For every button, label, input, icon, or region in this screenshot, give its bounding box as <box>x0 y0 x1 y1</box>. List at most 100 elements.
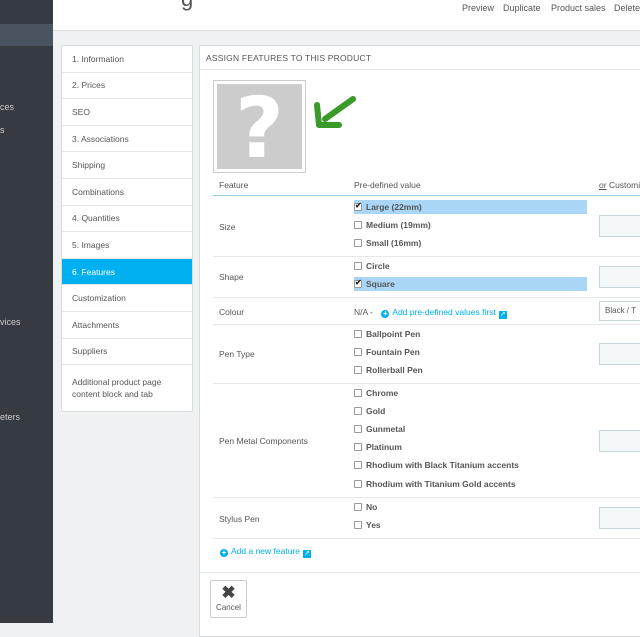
sidebar-item-label[interactable]: eters <box>0 412 20 422</box>
tab-additional-content[interactable]: Additional product page content block an… <box>62 365 192 411</box>
header-divider <box>213 195 640 196</box>
delete-link[interactable]: Delete <box>614 3 640 13</box>
custom-value-input-pen-metal[interactable] <box>599 430 640 452</box>
green-arrow-icon <box>314 96 356 128</box>
page-title: g <box>181 0 193 12</box>
cancel-button[interactable]: ✖ Cancel <box>210 580 247 618</box>
tab-features[interactable]: 6. Features <box>62 258 192 286</box>
row-divider <box>213 297 640 298</box>
tab-shipping[interactable]: Shipping <box>62 152 192 179</box>
checkbox[interactable] <box>354 262 362 270</box>
question-mark-icon: ? <box>235 79 284 177</box>
preview-link[interactable]: Preview <box>462 3 494 13</box>
panel-heading: ASSIGN FEATURES TO THIS PRODUCT <box>206 53 372 63</box>
option-label: Fountain Pen <box>366 347 420 357</box>
divider <box>200 69 640 70</box>
custom-value-input-stylus[interactable] <box>599 507 640 529</box>
option-no[interactable]: No <box>354 500 377 514</box>
add-new-feature-link[interactable]: + Add a new feature ↗ <box>220 546 311 558</box>
feature-name-pen-metal: Pen Metal Components <box>219 436 308 446</box>
option-rhodium-titanium-gold[interactable]: Rhodium with Titanium Gold accents <box>354 477 516 491</box>
checkbox[interactable] <box>354 389 362 397</box>
sidebar-item-label[interactable]: s <box>0 125 5 135</box>
column-header-custom-label: Customi <box>608 180 640 190</box>
sidebar-active-item[interactable] <box>0 24 53 46</box>
tab-customization[interactable]: Customization <box>62 285 192 312</box>
option-gunmetal[interactable]: Gunmetal <box>354 422 405 436</box>
product-sales-link[interactable]: Product sales <box>551 3 606 13</box>
colour-na-text: N/A - + Add pre-defined values first ↗ <box>354 307 507 319</box>
checkbox[interactable] <box>354 239 362 247</box>
option-label: Small (16mm) <box>366 238 422 248</box>
column-header-custom-or: or <box>599 180 607 190</box>
checkbox[interactable] <box>354 221 362 229</box>
option-large[interactable]: Large (22mm) <box>354 200 587 214</box>
row-divider <box>213 383 640 384</box>
checkbox-checked[interactable] <box>354 201 362 211</box>
checkbox-checked[interactable] <box>354 278 362 288</box>
option-label: Platinum <box>366 442 402 452</box>
option-rhodium-black-titanium[interactable]: Rhodium with Black Titanium accents <box>354 458 519 472</box>
duplicate-link[interactable]: Duplicate <box>503 3 541 13</box>
option-square[interactable]: Square <box>354 277 587 291</box>
feature-name-pen-type: Pen Type <box>219 349 255 359</box>
checkbox[interactable] <box>354 348 362 356</box>
custom-value-input-pen-type[interactable] <box>599 343 640 365</box>
tab-seo[interactable]: SEO <box>62 99 192 126</box>
sidebar-item-label[interactable]: vices <box>0 317 21 327</box>
checkbox[interactable] <box>354 480 362 488</box>
add-predefined-values-link[interactable]: + Add pre-defined values first ↗ <box>381 307 507 319</box>
option-label: Square <box>366 279 395 289</box>
option-label: Medium (19mm) <box>366 220 431 230</box>
row-divider <box>213 256 640 257</box>
option-gold[interactable]: Gold <box>354 404 385 418</box>
option-rollerball[interactable]: Rollerball Pen <box>354 363 423 377</box>
custom-value-select-colour[interactable]: Black / T <box>599 301 640 321</box>
checkbox[interactable] <box>354 461 362 469</box>
tab-prices[interactable]: 2. Prices <box>62 73 192 100</box>
tab-information[interactable]: 1. Information <box>62 46 192 73</box>
option-label: Rhodium with Black Titanium accents <box>366 460 519 470</box>
option-label: Ballpoint Pen <box>366 329 421 339</box>
option-fountain[interactable]: Fountain Pen <box>354 345 420 359</box>
option-medium[interactable]: Medium (19mm) <box>354 218 431 232</box>
tab-attachments[interactable]: Attachments <box>62 312 192 339</box>
na-label: N/A - <box>354 307 373 317</box>
option-label: No <box>366 502 378 512</box>
option-small[interactable]: Small (16mm) <box>354 236 421 250</box>
product-tabs: 1. Information 2. Prices SEO 3. Associat… <box>61 45 193 413</box>
tab-combinations[interactable]: Combinations <box>62 179 192 206</box>
tab-associations[interactable]: 3. Associations <box>62 126 192 153</box>
option-platinum[interactable]: Platinum <box>354 440 402 454</box>
tab-images[interactable]: 5. Images <box>62 232 192 259</box>
add-predefined-label: Add pre-defined values first <box>392 307 496 317</box>
option-chrome[interactable]: Chrome <box>354 386 398 400</box>
option-label: Gunmetal <box>366 424 406 434</box>
row-divider <box>213 538 640 539</box>
option-ballpoint[interactable]: Ballpoint Pen <box>354 327 420 341</box>
checkbox[interactable] <box>354 503 362 511</box>
tab-quantities[interactable]: 4. Quantities <box>62 206 192 233</box>
checkbox[interactable] <box>354 521 362 529</box>
feature-name-size: Size <box>219 222 236 232</box>
admin-sidebar: ces s vices eters <box>0 0 53 623</box>
checkbox[interactable] <box>354 366 362 374</box>
feature-name-stylus: Stylus Pen <box>219 514 260 524</box>
sidebar-item-label[interactable]: ces <box>0 102 14 112</box>
checkbox[interactable] <box>354 330 362 338</box>
checkbox[interactable] <box>354 443 362 451</box>
external-link-icon: ↗ <box>498 311 507 319</box>
feature-name-colour: Colour <box>219 307 245 317</box>
custom-value-input-size[interactable] <box>599 215 640 237</box>
add-feature-label: Add a new feature <box>231 546 300 556</box>
checkbox[interactable] <box>354 425 362 433</box>
option-circle[interactable]: Circle <box>354 259 390 273</box>
feature-name-shape: Shape <box>219 272 244 282</box>
custom-value-input-shape[interactable] <box>599 266 640 288</box>
footer-divider <box>200 572 640 573</box>
checkbox[interactable] <box>354 407 362 415</box>
column-header-predefined: Pre-defined value <box>354 180 421 190</box>
option-yes[interactable]: Yes <box>354 518 381 532</box>
tab-suppliers[interactable]: Suppliers <box>62 339 192 366</box>
option-label: Yes <box>366 520 381 530</box>
